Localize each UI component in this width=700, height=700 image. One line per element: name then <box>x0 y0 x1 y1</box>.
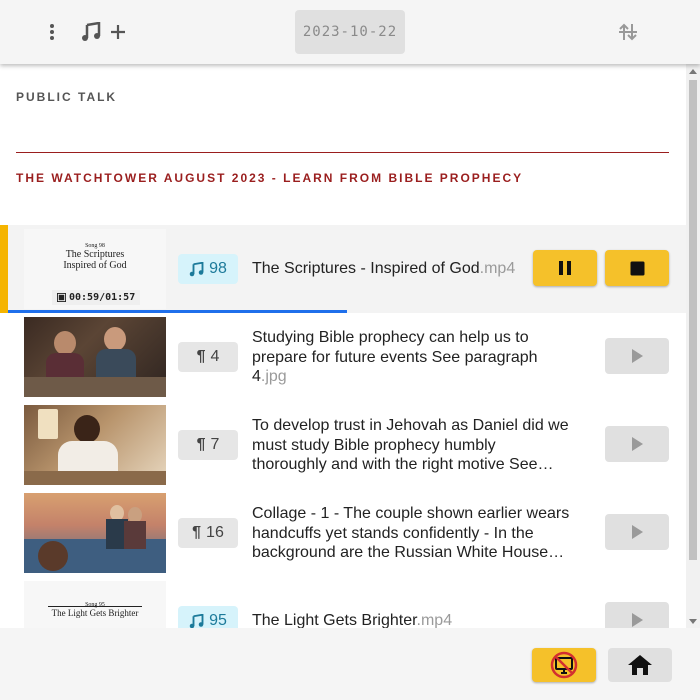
item-title-text: Collage - 1 - The couple shown earlier w… <box>252 505 570 561</box>
media-list: PUBLIC TALK THE WATCHTOWER AUGUST 2023 -… <box>0 64 686 628</box>
stop-button[interactable] <box>605 250 669 286</box>
item-title: To develop trust in Jehovah as Daniel di… <box>252 416 574 474</box>
item-title-text: To develop trust in Jehovah as Daniel di… <box>252 417 569 473</box>
play-icon <box>632 349 643 363</box>
pause-button[interactable] <box>533 250 597 286</box>
more-vertical-icon[interactable] <box>38 18 66 46</box>
item-thumbnail <box>24 493 166 573</box>
paragraph-badge: ¶ 7 <box>178 430 238 460</box>
music-note-icon <box>189 261 204 276</box>
play-icon <box>632 613 643 627</box>
badge-number: 4 <box>210 348 220 365</box>
section-watchtower: THE WATCHTOWER AUGUST 2023 - LEARN FROM … <box>16 171 524 185</box>
section-public-talk: PUBLIC TALK <box>16 90 118 104</box>
home-button[interactable] <box>608 648 672 682</box>
vertical-scrollbar[interactable] <box>686 64 700 628</box>
item-extension: .mp4 <box>479 260 516 277</box>
play-button[interactable] <box>605 602 669 628</box>
play-icon <box>632 525 643 539</box>
badge-number: 7 <box>210 436 220 453</box>
active-indicator <box>0 225 8 313</box>
media-item[interactable]: ¶ 7 To develop trust in Jehovah as Danie… <box>0 401 686 489</box>
thumb-song-title-1: The Light Gets Brighter <box>51 608 139 618</box>
badge-number: 98 <box>209 260 227 277</box>
play-button[interactable] <box>605 338 669 374</box>
item-extension: .jpg <box>260 368 287 385</box>
item-extension: .mp4 <box>416 612 453 628</box>
play-icon <box>632 437 643 451</box>
thumb-song-title-2: Inspired of God <box>63 260 127 271</box>
item-thumbnail: Song 95 The Light Gets Brighter <box>24 581 166 628</box>
item-title-text: The Scriptures - Inspired of God <box>252 260 480 277</box>
film-icon <box>57 293 66 302</box>
pilcrow-icon: ¶ <box>192 524 202 541</box>
media-item[interactable]: ¶ 16 Collage - 1 - The couple shown earl… <box>0 489 686 577</box>
music-note-icon <box>189 613 204 628</box>
top-toolbar: 2023-10-22 <box>0 0 700 64</box>
playback-time: 00:59/01:57 <box>69 292 136 303</box>
pause-icon <box>559 261 571 275</box>
presentation-toggle-button[interactable] <box>532 648 596 682</box>
paragraph-badge: ¶ 16 <box>178 518 238 548</box>
bottom-toolbar <box>0 628 700 700</box>
song-badge: 98 <box>178 254 238 284</box>
sort-arrows-icon[interactable] <box>614 18 642 46</box>
item-thumbnail: Song 98 The Scriptures Inspired of God 0… <box>24 229 166 309</box>
pilcrow-icon: ¶ <box>196 436 206 453</box>
badge-number: 16 <box>206 524 224 541</box>
badge-number: 95 <box>209 612 227 628</box>
thumb-song-title-1: The Scriptures <box>65 249 125 260</box>
time-chip: 00:59/01:57 <box>52 290 141 305</box>
item-thumbnail <box>24 317 166 397</box>
paragraph-badge: ¶ 4 <box>178 342 238 372</box>
scroll-down-arrow-icon[interactable] <box>686 614 700 628</box>
plus-icon[interactable] <box>104 18 132 46</box>
scroll-up-arrow-icon[interactable] <box>686 64 700 78</box>
section-divider <box>16 152 669 153</box>
media-item[interactable]: Song 98 The Scriptures Inspired of God 0… <box>0 225 686 313</box>
stop-icon <box>630 261 644 275</box>
pilcrow-icon: ¶ <box>196 348 206 365</box>
item-title: Collage - 1 - The couple shown earlier w… <box>252 504 574 562</box>
play-button[interactable] <box>605 426 669 462</box>
music-note-icon[interactable] <box>77 18 105 46</box>
song-badge: 95 <box>178 606 238 628</box>
item-title: The Light Gets Brighter.mp4 <box>252 611 574 628</box>
item-title: The Scriptures - Inspired of God.mp4 <box>252 259 574 279</box>
no-presentation-icon <box>550 651 578 679</box>
play-button[interactable] <box>605 514 669 550</box>
item-title-text: The Light Gets Brighter <box>252 612 417 628</box>
item-thumbnail <box>24 405 166 485</box>
date-display[interactable]: 2023-10-22 <box>295 10 405 54</box>
media-item[interactable]: ¶ 4 Studying Bible prophecy can help us … <box>0 313 686 401</box>
home-icon <box>628 655 652 675</box>
item-title: Studying Bible prophecy can help us to p… <box>252 328 574 387</box>
scrollbar-thumb[interactable] <box>689 80 697 560</box>
item-title-text: Studying Bible prophecy can help us to p… <box>252 329 538 385</box>
media-item[interactable]: Song 95 The Light Gets Brighter 95 The L… <box>0 577 686 628</box>
